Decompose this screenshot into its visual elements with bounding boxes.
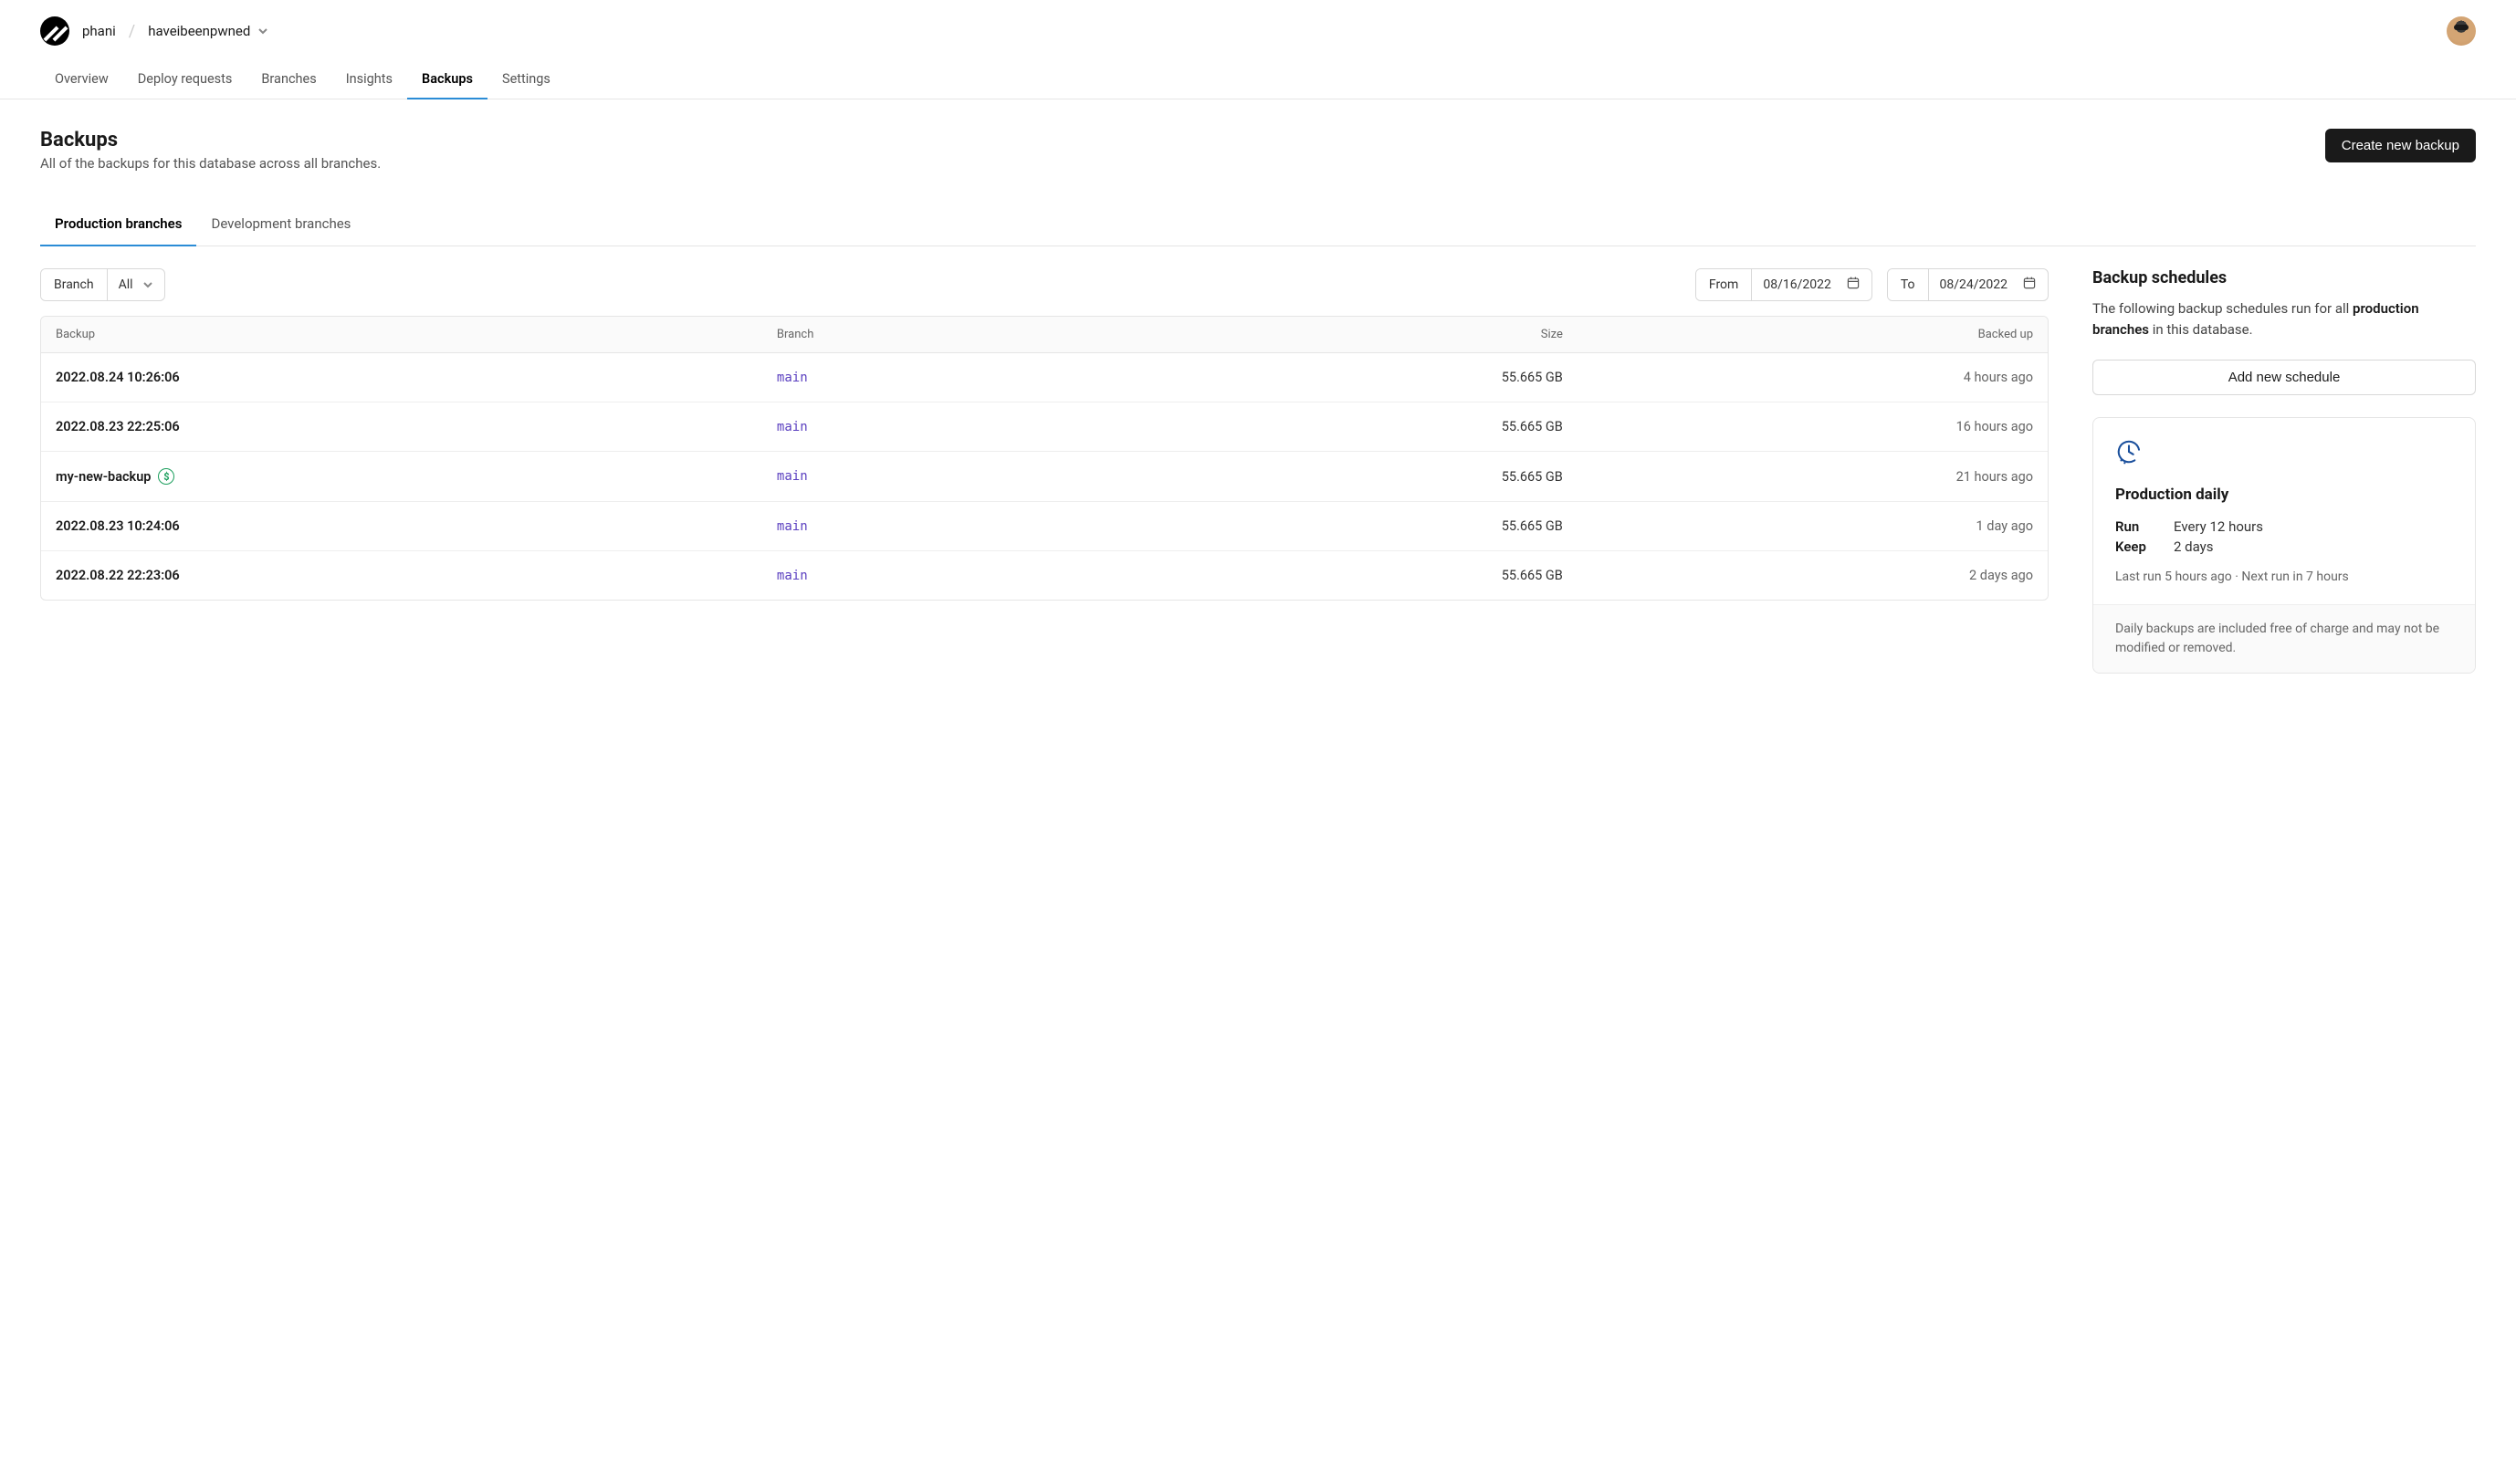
branch-cell: main [762,402,1169,451]
backup-name[interactable]: 2022.08.23 22:25:06 [56,419,180,434]
th-backed-up: Backed up [1578,317,2048,352]
table-row[interactable]: my-new-backup $ main 55.665 GB21 hours ago [41,452,2048,502]
backed-up-cell: 21 hours ago [1578,452,2048,501]
nav-tab-deploy-requests[interactable]: Deploy requests [123,62,247,99]
top-header: phani / haveibeenpwned [0,0,2516,46]
branch-link[interactable]: main [777,420,808,434]
size-cell: 55.665 GB [1169,402,1577,451]
add-schedule-button[interactable]: Add new schedule [2092,360,2476,395]
branch-filter[interactable]: Branch All [40,268,165,301]
table-row[interactable]: 2022.08.23 22:25:06 main 55.665 GB16 hours… [41,402,2048,452]
th-branch: Branch [762,317,1169,352]
from-date-value: 08/16/2022 [1763,277,1831,292]
th-size: Size [1169,317,1577,352]
schedules-description: The following backup schedules run for a… [2092,298,2476,341]
size-cell: 55.665 GB [1169,502,1577,550]
sub-tabs: Production branchesDevelopment branches [40,204,2476,246]
backups-table: Backup Branch Size Backed up 2022.08.24 … [40,316,2049,601]
page-header: Backups All of the backups for this data… [40,129,2476,172]
run-label: Run [2115,518,2174,535]
branch-link[interactable]: main [777,371,808,385]
schedule-meta: Last run 5 hours ago · Next run in 7 hou… [2115,570,2453,584]
backed-up-cell: 2 days ago [1578,551,2048,600]
content: Backups All of the backups for this data… [0,99,2516,703]
breadcrumb-separator: / [129,22,135,41]
to-date-input[interactable]: 08/24/2022 [1929,269,2049,300]
schedule-footer: Daily backups are included free of charg… [2093,604,2475,673]
from-date-input[interactable]: 08/16/2022 [1752,269,1871,300]
branch-filter-select[interactable]: All [108,269,164,300]
chevron-down-icon[interactable] [257,26,268,37]
schedule-card: Production daily Run Every 12 hours Keep… [2092,417,2476,674]
sub-tab-production-branches[interactable]: Production branches [40,204,196,246]
backed-up-cell: 4 hours ago [1578,353,2048,402]
calendar-icon [1846,276,1861,294]
branch-link[interactable]: main [777,519,808,534]
breadcrumb: phani / haveibeenpwned [40,16,268,46]
sub-tab-development-branches[interactable]: Development branches [196,204,365,246]
dollar-icon: $ [158,468,174,485]
to-date-filter[interactable]: To 08/24/2022 [1887,268,2049,301]
nav-tab-settings[interactable]: Settings [487,62,565,99]
filters-row: Branch All From 08/16/2022 [40,268,2049,301]
avatar[interactable] [2447,16,2476,46]
nav-tab-insights[interactable]: Insights [331,62,407,99]
keep-value: 2 days [2174,538,2214,555]
page-title: Backups [40,129,381,152]
create-backup-button[interactable]: Create new backup [2325,129,2476,162]
branch-link[interactable]: main [777,569,808,583]
breadcrumb-org[interactable]: phani [82,23,116,39]
branch-cell: main [762,452,1169,501]
breadcrumb-project[interactable]: haveibeenpwned [148,23,268,39]
branch-cell: main [762,551,1169,600]
backup-name-cell: 2022.08.24 10:26:06 [41,353,762,402]
backed-up-cell: 1 day ago [1578,502,2048,550]
from-date-filter[interactable]: From 08/16/2022 [1695,268,1872,301]
th-backup: Backup [41,317,762,352]
table-header: Backup Branch Size Backed up [41,317,2048,353]
clock-icon [2115,438,2453,469]
backup-name-cell: 2022.08.22 22:23:06 [41,551,762,600]
chevron-down-icon [142,279,153,290]
branch-cell: main [762,502,1169,550]
backup-name[interactable]: 2022.08.22 22:23:06 [56,568,180,583]
branch-cell: main [762,353,1169,402]
keep-label: Keep [2115,538,2174,555]
branch-link[interactable]: main [777,469,808,484]
to-date-value: 08/24/2022 [1940,277,2008,292]
from-label: From [1696,269,1752,300]
schedules-heading: Backup schedules [2092,268,2476,287]
backup-name[interactable]: my-new-backup [56,469,151,485]
branch-filter-value: All [119,277,133,292]
schedules-panel: Backup schedules The following backup sc… [2092,268,2476,674]
nav-tabs: OverviewDeploy requestsBranchesInsightsB… [0,46,2516,99]
table-row[interactable]: 2022.08.24 10:26:06 main 55.665 GB4 hours … [41,353,2048,402]
nav-tab-branches[interactable]: Branches [246,62,330,99]
run-value: Every 12 hours [2174,518,2263,535]
branch-filter-label: Branch [41,269,108,300]
to-label: To [1888,269,1929,300]
breadcrumb-project-label: haveibeenpwned [148,23,250,39]
backed-up-cell: 16 hours ago [1578,402,2048,451]
backup-name-cell: my-new-backup $ [41,452,762,501]
schedule-name: Production daily [2115,486,2453,504]
size-cell: 55.665 GB [1169,551,1577,600]
backup-name[interactable]: 2022.08.24 10:26:06 [56,370,180,385]
calendar-icon [2022,276,2037,294]
size-cell: 55.665 GB [1169,353,1577,402]
size-cell: 55.665 GB [1169,452,1577,501]
page-subtitle: All of the backups for this database acr… [40,155,381,172]
backup-name[interactable]: 2022.08.23 10:24:06 [56,518,180,534]
backup-name-cell: 2022.08.23 10:24:06 [41,502,762,550]
logo-icon[interactable] [40,16,69,46]
table-row[interactable]: 2022.08.22 22:23:06 main 55.665 GB2 days a… [41,551,2048,600]
nav-tab-backups[interactable]: Backups [407,62,487,99]
backup-name-cell: 2022.08.23 22:25:06 [41,402,762,451]
table-row[interactable]: 2022.08.23 10:24:06 main 55.665 GB1 day ag… [41,502,2048,551]
nav-tab-overview[interactable]: Overview [40,62,123,99]
